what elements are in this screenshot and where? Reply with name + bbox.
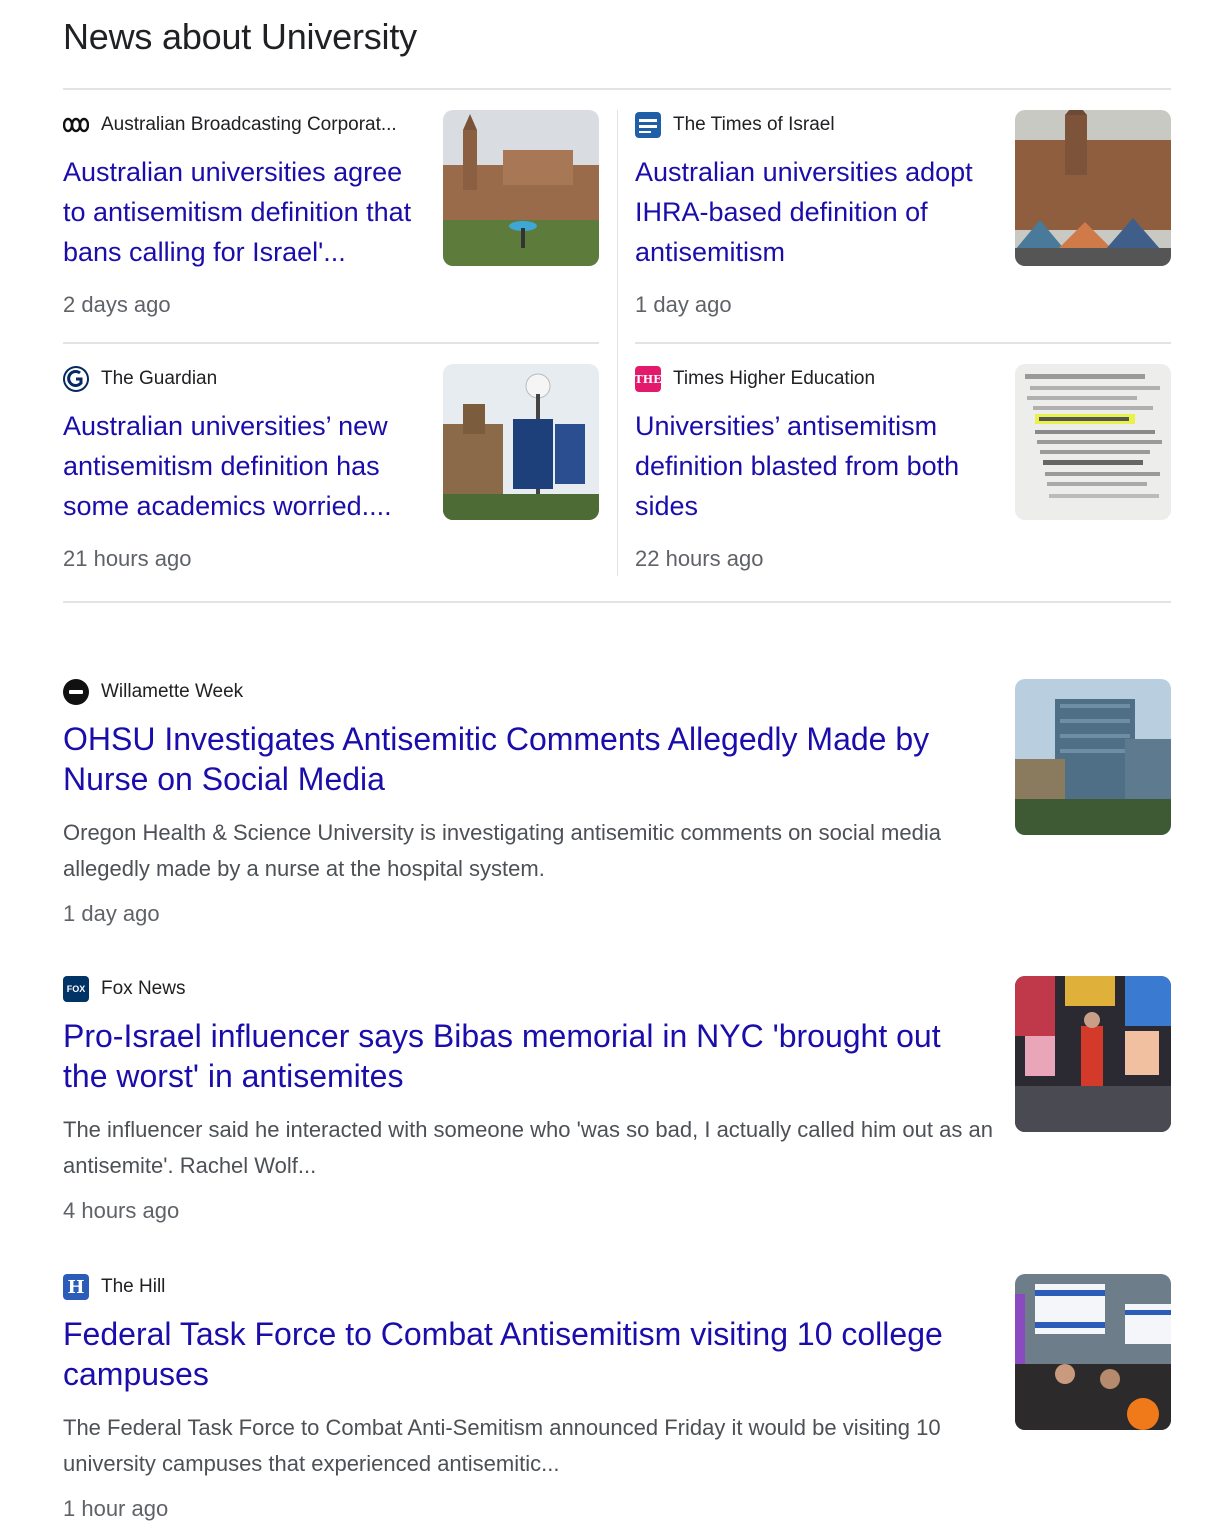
the-icon: THE: [635, 366, 661, 392]
source: The Guardian: [63, 366, 423, 392]
source-name: The Guardian: [101, 368, 218, 389]
guardian-icon: [63, 366, 89, 392]
source-name: The Hill: [101, 1276, 166, 1297]
willamette-week-icon: [63, 679, 89, 705]
news-story[interactable]: H The Hill Federal Task Force to Combat …: [63, 1274, 1171, 1524]
source-name: Australian Broadcasting Corporat...: [101, 114, 397, 135]
fox-news-icon: FOX: [63, 976, 89, 1002]
story-snippet: The Federal Task Force to Combat Anti-Se…: [63, 1415, 941, 1476]
source: THE Times Higher Education: [635, 366, 995, 392]
story-title-link[interactable]: Federal Task Force to Combat Antisemitis…: [63, 1314, 983, 1394]
timestamp: 4 hours ago: [63, 1198, 180, 1223]
divider: [63, 88, 1171, 90]
timestamp: 22 hours ago: [635, 546, 764, 571]
times-square-memorial-image[interactable]: [1015, 976, 1171, 1132]
story-title-link[interactable]: Australian universities agree to antisem…: [63, 152, 423, 272]
campus-banner-lamp-image[interactable]: [443, 364, 599, 520]
story-snippet: Oregon Health & Science University is in…: [63, 820, 941, 881]
source: The Times of Israel: [635, 112, 995, 138]
timestamp: 1 day ago: [635, 292, 732, 317]
story-title-link[interactable]: Australian universities’ new antisemitis…: [63, 406, 423, 526]
top-story-card[interactable]: The Guardian Australian universities’ ne…: [63, 364, 599, 594]
sandstone-university-building-image[interactable]: [443, 110, 599, 266]
story-title-link[interactable]: Australian universities adopt IHRA-based…: [635, 152, 995, 272]
story-snippet: The influencer said he interacted with s…: [63, 1117, 993, 1178]
source-name: The Times of Israel: [673, 114, 835, 135]
divider: [63, 342, 599, 344]
university-protest-tents-image[interactable]: [1015, 110, 1171, 266]
top-story-card[interactable]: The Times of Israel Australian universit…: [635, 110, 1171, 340]
source-name: Willamette Week: [101, 681, 244, 702]
timestamp: 21 hours ago: [63, 546, 192, 571]
timestamp: 2 days ago: [63, 292, 171, 317]
divider: [635, 342, 1171, 344]
news-story[interactable]: Willamette Week OHSU Investigates Antise…: [63, 679, 1171, 929]
top-story-card[interactable]: THE Times Higher Education Universities’…: [635, 364, 1171, 594]
timestamp: 1 hour ago: [63, 1496, 169, 1521]
grid-divider-vertical: [617, 110, 618, 576]
story-title-link[interactable]: OHSU Investigates Antisemitic Comments A…: [63, 719, 983, 799]
source-name: Fox News: [101, 978, 186, 999]
source: Australian Broadcasting Corporat...: [63, 112, 423, 138]
times-of-israel-icon: [635, 112, 661, 138]
section-title: News about University: [63, 16, 417, 57]
the-hill-icon: H: [63, 1274, 89, 1300]
news-story[interactable]: FOX Fox News Pro-Israel influencer says …: [63, 976, 1171, 1226]
hospital-building-image[interactable]: [1015, 679, 1171, 835]
source: H The Hill: [63, 1274, 165, 1300]
story-title-link[interactable]: Pro-Israel influencer says Bibas memoria…: [63, 1016, 983, 1096]
source: FOX Fox News: [63, 976, 185, 1002]
divider: [63, 601, 1171, 603]
dictionary-definition-image[interactable]: [1015, 364, 1171, 520]
story-title-link[interactable]: Universities’ antisemitism definition bl…: [635, 406, 995, 526]
source-name: Times Higher Education: [673, 368, 876, 389]
israeli-flag-rally-image[interactable]: [1015, 1274, 1171, 1430]
top-story-card[interactable]: Australian Broadcasting Corporat... Aust…: [63, 110, 599, 340]
abc-logo-icon: [63, 112, 89, 138]
source: Willamette Week: [63, 679, 243, 705]
timestamp: 1 day ago: [63, 901, 160, 926]
